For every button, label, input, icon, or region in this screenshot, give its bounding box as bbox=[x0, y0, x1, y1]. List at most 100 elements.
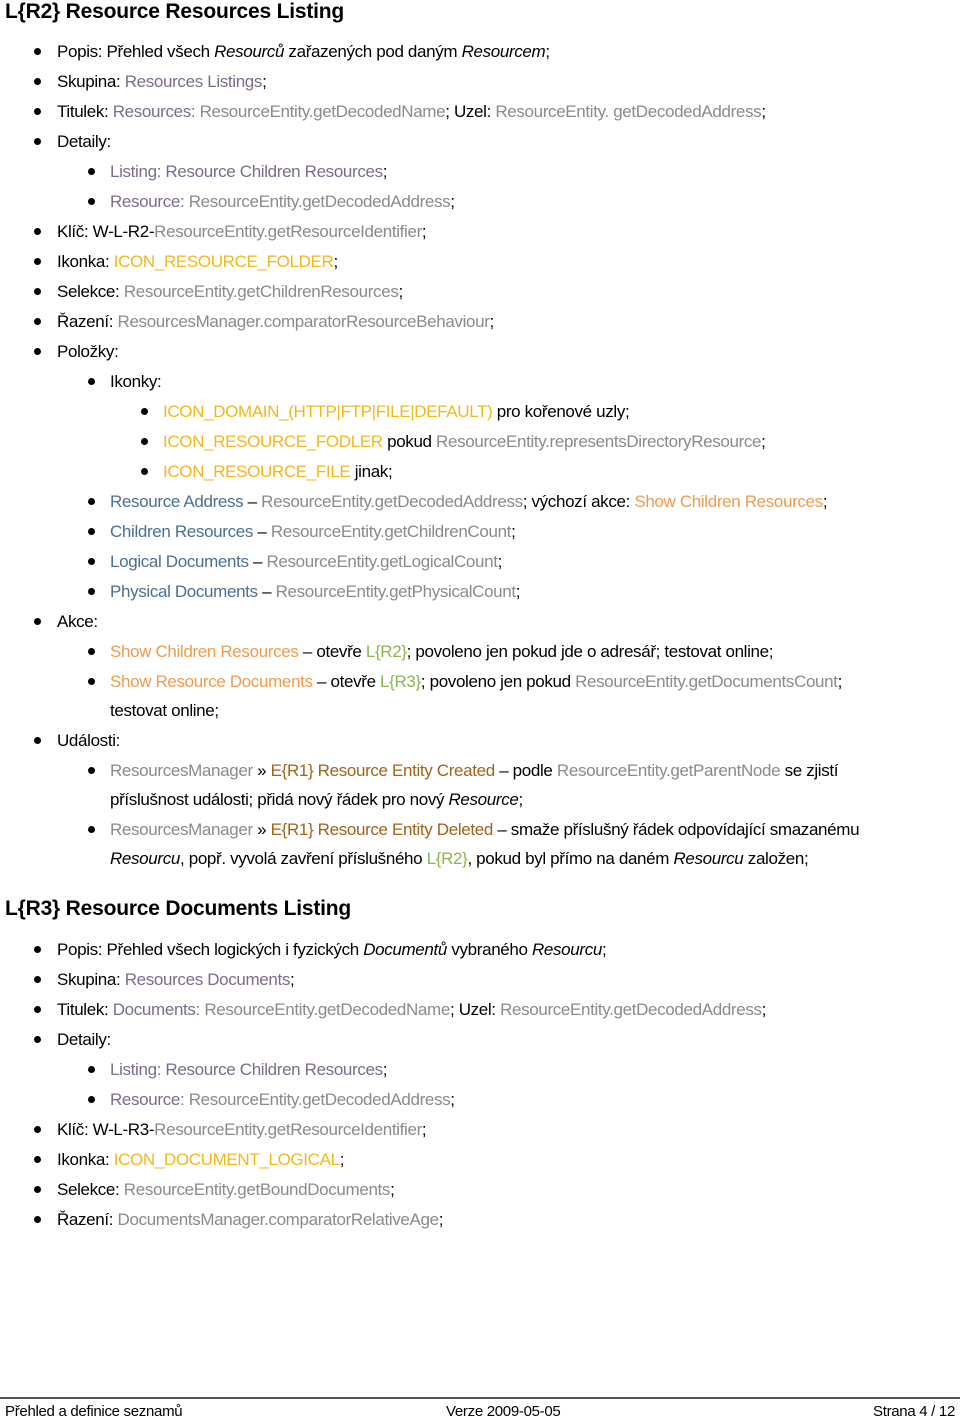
bullet bbox=[88, 767, 95, 774]
text: – podle bbox=[494, 761, 557, 780]
icon-constant: ICON_RESOURCE_FILE bbox=[163, 462, 351, 481]
ikonky-row: Ikonky: bbox=[110, 372, 162, 391]
method-ref: ResourceEntity.getResourceIdentifier bbox=[154, 222, 422, 241]
listing-link[interactable]: Listing: Resource Children Resources bbox=[110, 162, 383, 181]
icon-constant: ICON_DOCUMENT_LOGICAL bbox=[113, 1150, 340, 1169]
method-ref: ResourceEntity.getLogicalCount bbox=[266, 552, 498, 571]
action-link[interactable]: Show Resource Documents bbox=[110, 672, 313, 691]
separator: » bbox=[252, 761, 271, 780]
action-row-continued: testovat online; bbox=[110, 701, 219, 720]
method-ref: ResourcesManager.comparatorResourceBehav… bbox=[117, 312, 490, 331]
column-name: Physical Documents bbox=[110, 582, 258, 601]
method-ref: DocumentsManager.comparatorRelativeAge bbox=[117, 1210, 440, 1229]
label: Skupina: bbox=[57, 72, 125, 91]
text: jinak; bbox=[350, 462, 393, 481]
method-ref: ResourceEntity.getDecodedName bbox=[199, 102, 446, 121]
label: Řazení: bbox=[57, 312, 118, 331]
text: ; bbox=[601, 940, 607, 959]
column-row: Resource Address – ResourceEntity.getDec… bbox=[110, 492, 828, 511]
text: Resourcu bbox=[110, 849, 180, 868]
footer-divider bbox=[0, 1397, 960, 1399]
method-ref: ResourceEntity.representsDirectoryResour… bbox=[436, 432, 762, 451]
text: , pokud byl přímo na daném bbox=[467, 849, 674, 868]
bullet bbox=[34, 1216, 41, 1223]
titulek-row: Titulek: Resources: ResourceEntity.getDe… bbox=[57, 102, 766, 121]
label: ; Uzel: bbox=[449, 1000, 501, 1019]
klic-row: Klíč: W-L-R3-ResourceEntity.getResourceI… bbox=[57, 1120, 427, 1139]
titulek-row: Titulek: Documents: ResourceEntity.getDe… bbox=[57, 1000, 767, 1019]
selekce-row: Selekce: ResourceEntity.getBoundDocument… bbox=[57, 1180, 395, 1199]
bullet bbox=[34, 1036, 41, 1043]
action-link[interactable]: Show Children Resources bbox=[110, 642, 299, 661]
ikonka-row: Ikonka: ICON_RESOURCE_FOLDER; bbox=[57, 252, 338, 271]
event-source: ResourcesManager bbox=[110, 761, 253, 780]
label: Skupina: bbox=[57, 970, 125, 989]
text: Přehled všech logických i fyzických bbox=[106, 940, 364, 959]
bullet bbox=[88, 826, 95, 833]
action-row: Show Resource Documents – otevře L{R3}; … bbox=[110, 672, 843, 691]
icon-row: ICON_RESOURCE_FODLER pokud ResourceEntit… bbox=[163, 432, 766, 451]
detail-listing-row: Listing: Resource Children Resources; bbox=[110, 162, 388, 181]
detail-resource-row: Resource: ResourceEntity.getDecodedAddre… bbox=[110, 192, 455, 211]
bullet bbox=[88, 378, 95, 385]
footer-version: Verze 2009-05-05 bbox=[446, 1403, 561, 1420]
bullet bbox=[34, 618, 41, 625]
column-name: Children Resources bbox=[110, 522, 253, 541]
group-link[interactable]: Resources Documents bbox=[125, 970, 291, 989]
listing-ref[interactable]: L{R2} bbox=[366, 642, 407, 661]
bullet bbox=[88, 558, 95, 565]
detail-listing-row: Listing: Resource Children Resources; bbox=[110, 1060, 388, 1079]
text: vybraného bbox=[447, 940, 532, 959]
ikonka-row: Ikonka: ICON_DOCUMENT_LOGICAL; bbox=[57, 1150, 345, 1169]
label: Klíč: W-L-R2- bbox=[57, 222, 155, 241]
group-link[interactable]: Resources Listings bbox=[125, 72, 263, 91]
text: ; povoleno jen pokud bbox=[420, 672, 576, 691]
bullet bbox=[88, 528, 95, 535]
listing-link[interactable]: Listing: Resource Children Resources bbox=[110, 1060, 383, 1079]
skupina-row: Skupina: Resources Listings; bbox=[57, 72, 267, 91]
method-ref: ResourceEntity.getDocumentsCount bbox=[575, 672, 838, 691]
method-ref: ResourceEntity. getDecodedAddress bbox=[495, 102, 762, 121]
text: ; výchozí akce: bbox=[522, 492, 635, 511]
action-link[interactable]: Show Children Resources bbox=[634, 492, 823, 511]
bullet bbox=[88, 1066, 95, 1073]
detaily-row: Detaily: bbox=[57, 1030, 111, 1049]
column-name: Resource Address bbox=[110, 492, 244, 511]
listing-ref[interactable]: L{R3} bbox=[380, 672, 421, 691]
column-name: Logical Documents bbox=[110, 552, 249, 571]
listing-ref[interactable]: L{R2} bbox=[427, 849, 468, 868]
bullet bbox=[34, 108, 41, 115]
bullet bbox=[34, 946, 41, 953]
text: pro kořenové uzly; bbox=[492, 402, 630, 421]
bullet bbox=[34, 976, 41, 983]
method-ref: ResourceEntity.getDecodedName bbox=[204, 1000, 450, 1019]
column-row: Children Resources – ResourceEntity.getC… bbox=[110, 522, 516, 541]
text: ; povoleno jen pokud jde o adresář; test… bbox=[406, 642, 774, 661]
event-row-continued: Resourcu, popř. vyvolá zavření příslušné… bbox=[110, 848, 809, 870]
icon-constant: ICON_RESOURCE_FOLDER bbox=[113, 252, 334, 271]
bullet bbox=[34, 78, 41, 85]
text: ; bbox=[518, 790, 523, 809]
bullet bbox=[88, 198, 95, 205]
method-ref: ResourceEntity.getDecodedAddress bbox=[261, 492, 523, 511]
udalosti-row: Události: bbox=[57, 731, 120, 750]
bullet bbox=[34, 1156, 41, 1163]
polozky-row: Položky: bbox=[57, 342, 119, 361]
icon-row: ICON_DOMAIN_(HTTP|FTP|FILE|DEFAULT) pro … bbox=[163, 401, 630, 423]
method-ref: ResourceEntity.getPhysicalCount bbox=[275, 582, 517, 601]
bullet bbox=[34, 348, 41, 355]
skupina-row: Skupina: Resources Documents; bbox=[57, 970, 295, 989]
razeni-row: Řazení: DocumentsManager.comparatorRelat… bbox=[57, 1210, 444, 1229]
method-ref: ResourceEntity.getBoundDocuments bbox=[123, 1180, 391, 1199]
text: Resourcu bbox=[532, 940, 602, 959]
text: Resourců bbox=[214, 42, 285, 61]
method-ref: ResourceEntity.getChildrenCount bbox=[270, 522, 512, 541]
bullet bbox=[34, 1006, 41, 1013]
bullet bbox=[34, 737, 41, 744]
text: Resourcu bbox=[673, 849, 744, 868]
bullet bbox=[141, 468, 148, 475]
label: Resource: bbox=[110, 1090, 189, 1109]
klic-row: Klíč: W-L-R2-ResourceEntity.getResourceI… bbox=[57, 222, 427, 241]
text: příslušnost události; přidá nový řádek p… bbox=[110, 790, 449, 809]
method-ref: ResourceEntity.getResourceIdentifier bbox=[154, 1120, 422, 1139]
